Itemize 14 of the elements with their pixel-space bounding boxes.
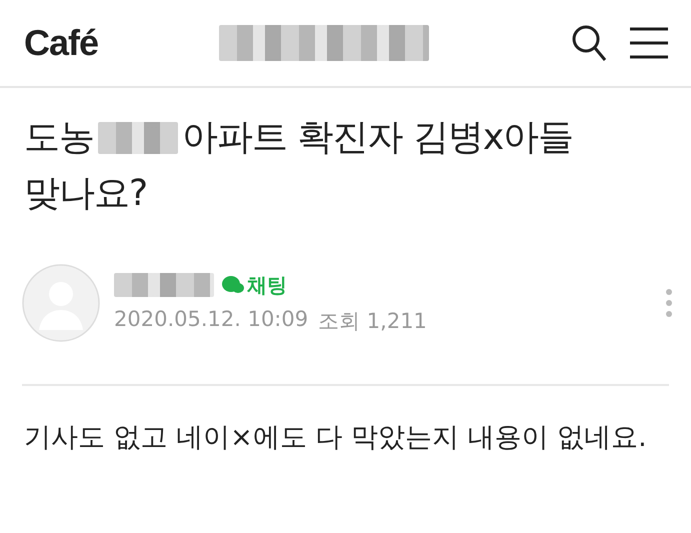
search-button[interactable] bbox=[571, 24, 607, 62]
post-body: 기사도 없고 네이×에도 다 막았는지 내용이 없네요. bbox=[23, 421, 648, 455]
more-icon bbox=[665, 288, 673, 318]
chat-bubbles-icon bbox=[222, 275, 244, 295]
post-title: 도농 bbox=[24, 116, 94, 160]
post-title: 아파트 확진자 김병x아들 bbox=[182, 116, 574, 160]
cafe-logo[interactable]: Café bbox=[24, 22, 98, 64]
post-date: 2020.05.12. 10:09 bbox=[114, 306, 308, 332]
menu-icon bbox=[629, 27, 669, 59]
view-count: 조회 1,211 bbox=[318, 308, 427, 334]
avatar-icon bbox=[22, 264, 100, 342]
search-icon bbox=[571, 24, 607, 62]
post-title: 맞나요? bbox=[24, 172, 148, 216]
menu-button[interactable] bbox=[629, 27, 669, 59]
